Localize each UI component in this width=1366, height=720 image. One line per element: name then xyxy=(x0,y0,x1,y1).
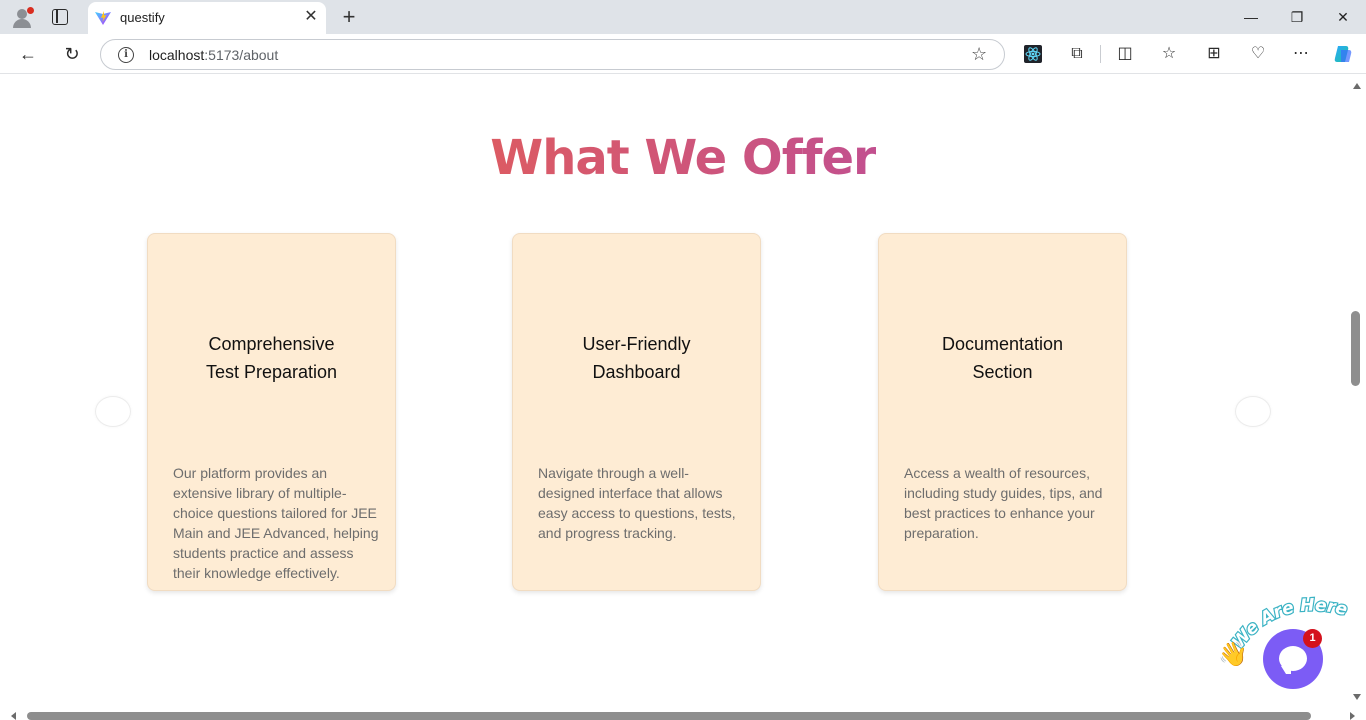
chat-widget[interactable]: We Are Here! 👋 1 xyxy=(1218,592,1350,696)
card-title: Comprehensive Test Preparation xyxy=(205,334,338,382)
address-bar[interactable]: i localhost:5173/about ☆ xyxy=(100,39,1005,70)
react-devtools-icon[interactable] xyxy=(1022,43,1044,65)
copilot-icon[interactable] xyxy=(1332,43,1354,65)
browser-tab-questify[interactable]: questify ✕ xyxy=(88,2,326,34)
card-description: Our platform provides an extensive libra… xyxy=(173,465,379,581)
scroll-right-icon[interactable] xyxy=(1350,712,1355,720)
vertical-scrollbar[interactable] xyxy=(1348,74,1366,711)
favorites-icon[interactable]: ☆ xyxy=(1158,43,1180,65)
new-tab-button[interactable]: + xyxy=(338,4,360,30)
offer-card-dashboard: User-Friendly Dashboard Navigate through … xyxy=(512,233,761,591)
page-heading: What We Offer xyxy=(490,130,876,186)
more-icon[interactable]: ⋯ xyxy=(1290,43,1312,65)
page-viewport: What We Offer Comprehensive Test Preparat… xyxy=(0,74,1348,711)
site-info-icon[interactable]: i xyxy=(118,47,134,63)
scroll-up-icon[interactable] xyxy=(1353,83,1361,89)
card-title: User-Friendly Dashboard xyxy=(582,334,691,382)
minimize-button[interactable]: — xyxy=(1228,4,1274,30)
card-title: Documentation Section xyxy=(941,334,1064,382)
vite-logo-icon xyxy=(95,11,111,25)
offer-card-test-preparation: Comprehensive Test Preparation Our platfo… xyxy=(147,233,396,591)
offer-card-documentation: Documentation Section Access a wealth of … xyxy=(878,233,1127,591)
waving-hand-icon: 👋 xyxy=(1218,641,1248,668)
browser-essentials-icon[interactable]: ♡ xyxy=(1247,43,1269,65)
toolbar-divider xyxy=(1100,45,1101,63)
carousel-next-button[interactable] xyxy=(1235,396,1271,427)
extensions-icon[interactable]: ⧉ xyxy=(1066,43,1088,65)
split-screen-icon[interactable]: ◫ xyxy=(1114,43,1136,65)
star-icon[interactable]: ☆ xyxy=(971,44,987,65)
browser-tab-bar: questify ✕ + — ❐ ✕ xyxy=(0,0,1366,34)
collections-icon[interactable]: ⊞ xyxy=(1203,43,1225,65)
scrollbar-thumb[interactable] xyxy=(27,712,1311,720)
scroll-left-icon[interactable] xyxy=(11,712,16,720)
scroll-down-icon[interactable] xyxy=(1353,694,1361,700)
carousel-prev-button[interactable] xyxy=(95,396,131,427)
browser-toolbar: ← ↻ i localhost:5173/about ☆ ⧉ ◫ ☆ ⊞ ♡ ⋯ xyxy=(0,34,1366,74)
restore-button[interactable]: ❐ xyxy=(1274,4,1320,30)
scrollbar-thumb[interactable] xyxy=(1351,311,1360,386)
card-description: Navigate through a well-designed interfa… xyxy=(538,465,736,541)
horizontal-scrollbar[interactable] xyxy=(0,711,1366,720)
refresh-icon[interactable]: ↻ xyxy=(60,42,84,66)
back-icon[interactable]: ← xyxy=(16,42,40,66)
unread-badge: 1 xyxy=(1303,629,1322,648)
url-text[interactable]: localhost:5173/about xyxy=(149,47,278,63)
close-window-button[interactable]: ✕ xyxy=(1320,4,1366,30)
tab-actions-icon[interactable] xyxy=(52,9,68,25)
profile-avatar-icon[interactable] xyxy=(10,6,34,28)
tab-title: questify xyxy=(120,10,165,25)
card-description: Access a wealth of resources, including … xyxy=(904,465,1103,541)
tab-close-icon[interactable]: ✕ xyxy=(302,8,320,26)
